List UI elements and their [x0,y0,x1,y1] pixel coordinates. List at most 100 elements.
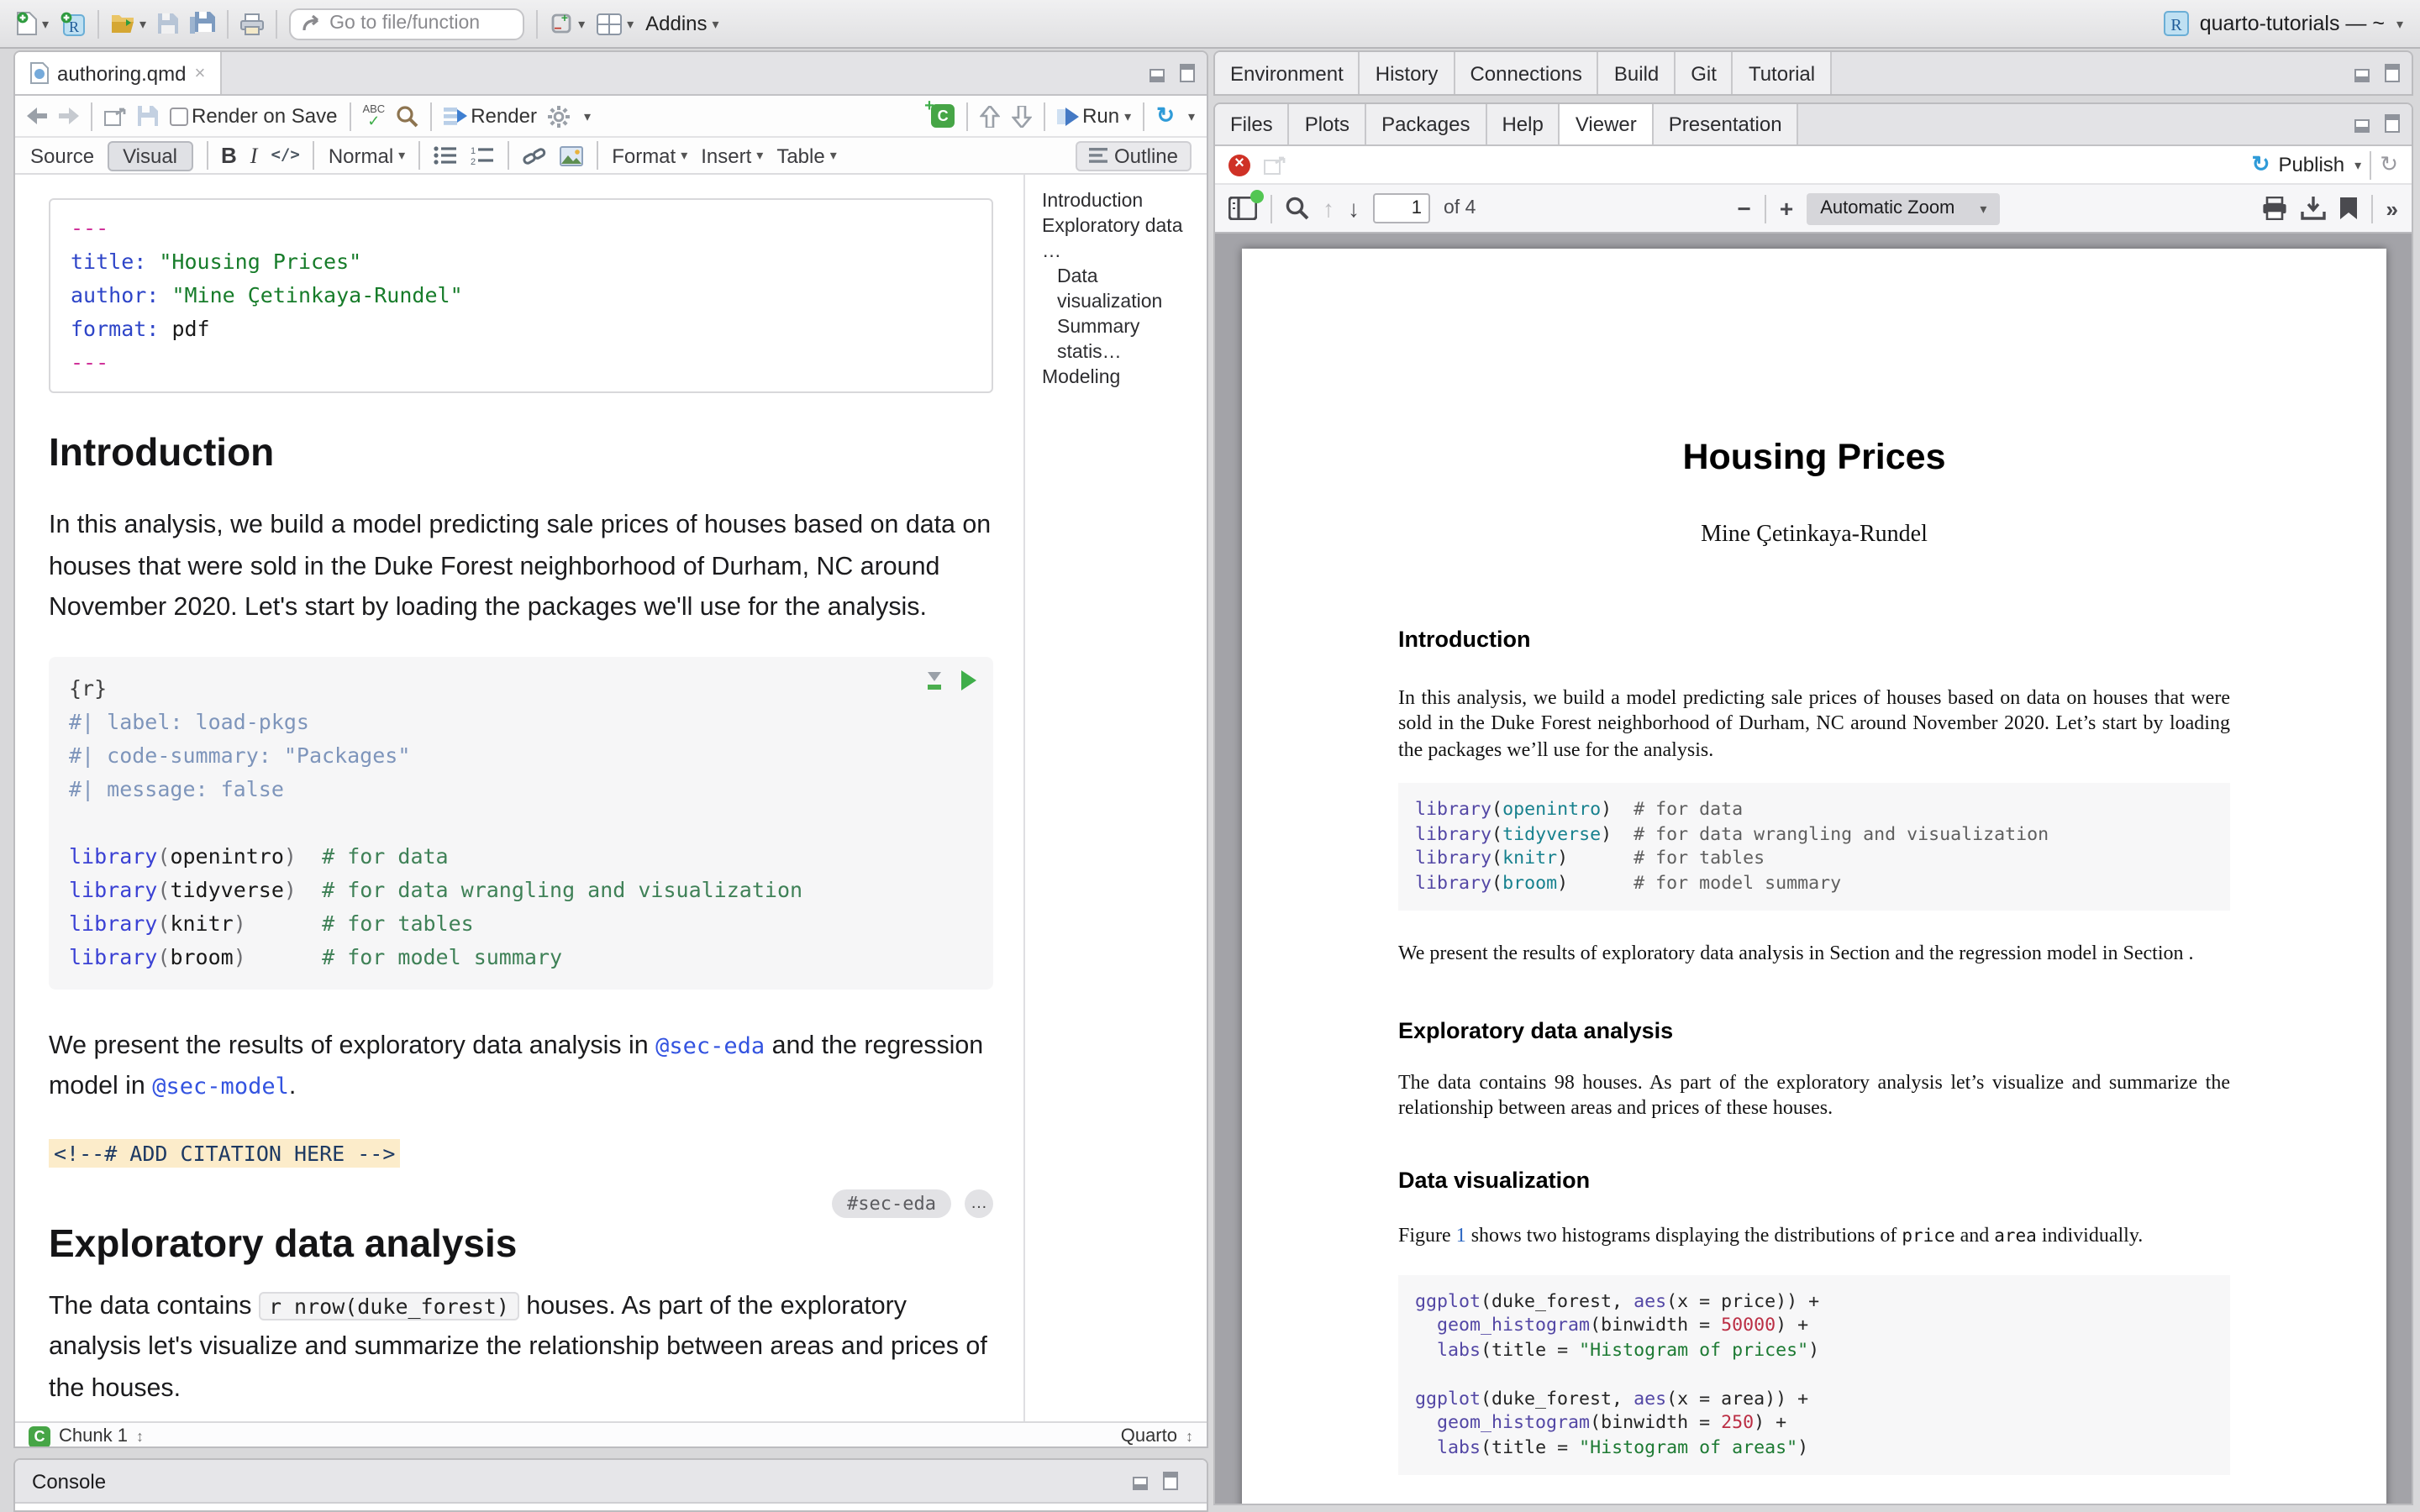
pdf-viewport[interactable]: Housing Prices Mine Çetinkaya-Rundel Int… [1215,234,2412,1505]
close-icon[interactable]: × [194,63,205,83]
stop-icon[interactable]: × [1228,154,1250,176]
tab-tutorial[interactable]: Tutorial [1733,52,1832,94]
addins-button[interactable]: Addins ▾ [645,12,718,35]
rerun-icon[interactable]: ↻ [1156,102,1175,129]
maximize-icon[interactable] [2381,114,2400,134]
insert-chunk-button[interactable]: +C [931,104,955,128]
render-button[interactable]: Render [444,104,537,128]
visual-mode-button[interactable]: Visual [108,140,192,171]
print-icon[interactable] [2262,197,2287,220]
bookmark-icon[interactable] [2339,197,2358,220]
italic-button[interactable]: I [250,142,258,169]
outline-item-introduction[interactable]: Introduction [1042,190,1200,215]
maximize-icon[interactable] [2381,63,2400,83]
save-button[interactable] [158,13,178,34]
print-button[interactable] [240,13,264,34]
visual-editor-surface[interactable]: --- title: "Housing Prices" author: "Min… [15,175,1023,1421]
console-header[interactable]: Console [15,1460,1207,1504]
page-number-input[interactable] [1373,193,1430,223]
maximize-icon[interactable] [1176,63,1195,83]
refresh-icon[interactable]: ↻ [2380,151,2398,178]
search-icon[interactable] [397,105,418,127]
next-page-icon[interactable]: ↓ [1348,195,1360,222]
tab-files[interactable]: Files [1215,104,1290,144]
popout-icon[interactable] [104,107,126,125]
link-icon[interactable] [523,145,546,165]
outline-item-data-visualization[interactable]: Data visualization [1042,265,1200,316]
chunk-nav[interactable]: Chunk 1 [59,1426,128,1446]
minimize-icon[interactable] [2354,116,2373,133]
minimize-icon[interactable] [1150,65,1168,81]
toolbar-more-icon[interactable]: » [2386,196,2398,221]
new-project-button[interactable]: R [60,11,86,36]
table-menu[interactable]: Table▾ [776,144,836,167]
minimize-icon[interactable] [1133,1473,1151,1489]
outline-item-summary-statistics[interactable]: Summary statis… [1042,316,1200,366]
format-menu[interactable]: Format▾ [612,144,687,167]
tab-environment[interactable]: Environment [1215,52,1360,94]
zoom-select[interactable]: Automatic Zoom ▾ [1807,192,2000,224]
gear-icon[interactable] [549,105,571,127]
go-prev-chunk-icon[interactable] [980,105,1000,127]
publish-button[interactable]: ↻ Publish ▾ ↻ [2252,150,2398,179]
run-chunk-icon[interactable] [960,669,976,690]
tab-history[interactable]: History [1360,52,1455,94]
zoom-in-button[interactable]: + [1780,195,1793,222]
outline-toggle-button[interactable]: Outline [1076,140,1192,171]
yaml-block[interactable]: --- title: "Housing Prices" author: "Min… [49,198,993,393]
run-chunks-above-icon[interactable] [924,669,944,690]
tab-plots[interactable]: Plots [1290,104,1366,144]
tab-authoring-qmd[interactable]: authoring.qmd × [15,52,222,94]
chevron-down-icon[interactable]: ▾ [1188,108,1195,123]
block-format-select[interactable]: Normal ▾ [329,144,405,167]
new-file-button[interactable]: ▾ [17,12,49,35]
pdf-code-line: library(knitr) # for tables [1415,847,2213,871]
go-next-chunk-icon[interactable] [1012,105,1032,127]
project-selector[interactable]: R quarto-tutorials — ~ ▾ [2163,10,2403,37]
code-button[interactable]: </> [271,146,299,165]
tab-build[interactable]: Build [1599,52,1676,94]
tab-git[interactable]: Git [1676,52,1733,94]
chunk-line: library(broom) # for model summary [69,940,973,974]
tab-connections[interactable]: Connections [1455,52,1598,94]
numbered-list-icon[interactable]: 12 [471,146,494,165]
render-on-save-checkbox[interactable]: Render on Save [170,104,337,128]
document-outline: Introduction Exploratory data … Data vis… [1023,175,1207,1421]
minimize-icon[interactable] [2354,65,2373,81]
chevron-down-icon[interactable]: ▾ [584,108,591,123]
heading-introduction: Introduction [49,430,993,475]
bold-button[interactable]: B [221,143,237,168]
workspace-panes-button[interactable]: ▾ [597,13,634,34]
image-icon[interactable] [560,145,583,165]
save-all-button[interactable] [190,12,215,35]
forward-icon[interactable] [59,108,79,124]
spellcheck-button[interactable]: ABC ✓ [362,106,385,126]
save-icon[interactable] [138,106,158,126]
search-icon[interactable] [1286,197,1309,220]
code-chunk[interactable]: {r} #| label: load-pkgs #| code-summary:… [49,656,993,989]
viewer-tabstrip: Files Plots Packages Help Viewer Present… [1215,104,2412,146]
zoom-out-button[interactable]: − [1737,195,1750,222]
back-icon[interactable] [27,108,47,124]
section-options-button[interactable]: … [965,1189,993,1217]
tab-viewer[interactable]: Viewer [1560,104,1654,144]
bullet-list-icon[interactable] [434,146,457,165]
popout-icon[interactable] [1264,155,1286,174]
run-button[interactable]: Run ▾ [1057,104,1131,128]
outline-item-modeling[interactable]: Modeling [1042,366,1200,391]
source-mode-button[interactable]: Source [30,144,94,167]
doc-mode[interactable]: Quarto [1121,1426,1177,1446]
outline-item-eda[interactable]: Exploratory data … [1042,215,1200,265]
download-icon[interactable] [2301,197,2326,220]
goto-file-input[interactable]: Go to file/function [289,8,524,39]
open-file-button[interactable]: ▾ [111,13,146,34]
pane-window-buttons [1150,52,1207,94]
sidebar-toggle-button[interactable] [1228,196,1257,221]
prev-page-icon[interactable]: ↑ [1323,195,1334,222]
tab-help[interactable]: Help [1486,104,1560,144]
insert-menu[interactable]: Insert▾ [701,144,763,167]
tab-packages[interactable]: Packages [1366,104,1486,144]
tab-presentation[interactable]: Presentation [1654,104,1799,144]
version-control-button[interactable]: +− ▾ [550,12,585,35]
maximize-icon[interactable] [1160,1471,1178,1491]
